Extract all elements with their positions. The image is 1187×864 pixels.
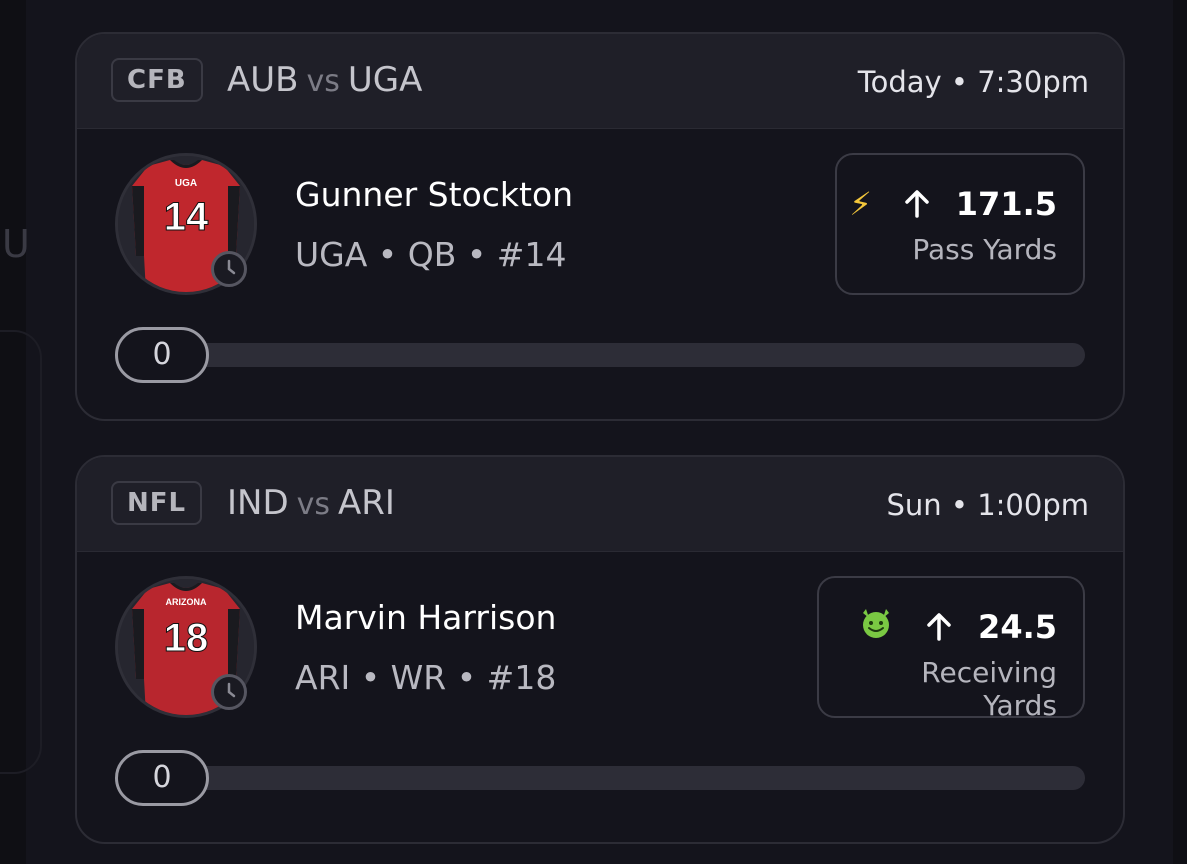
progress-track — [117, 766, 1085, 790]
prop-line-button[interactable]: ⚡ 171.5 Pass Yards — [835, 153, 1085, 295]
card-body: ARIZONA 18 Marvin Harrison ARI • WR • #1… — [77, 552, 1123, 842]
progress-value-pill: 0 — [115, 327, 209, 383]
arrow-up-icon — [902, 189, 932, 219]
arrow-up-icon — [924, 612, 954, 642]
matchup: AUB vs UGA — [227, 58, 422, 104]
jersey-number: 18 — [164, 616, 209, 660]
background-ghost-text: U — [2, 222, 30, 266]
vs-label: vs — [296, 487, 331, 522]
prop-line-button[interactable]: 24.5 Receiving Yards — [817, 576, 1085, 722]
player-meta: UGA • QB • #14 — [295, 235, 567, 274]
progress-value-pill: 0 — [115, 750, 209, 806]
jersey-number: 14 — [164, 195, 209, 239]
vs-label: vs — [306, 64, 340, 99]
clock-icon — [211, 251, 247, 287]
progress-track — [117, 343, 1085, 367]
card-body: UGA 14 Gunner Stockton UGA • QB • #14 ⚡ — [77, 129, 1123, 419]
card-header: NFL IND vs ARI Sun • 1:00pm — [77, 457, 1123, 552]
team-home: UGA — [347, 60, 423, 100]
prop-value: 171.5 — [955, 185, 1057, 223]
prop-card[interactable]: CFB AUB vs UGA Today • 7:30pm UGA 14 Gunne… — [75, 32, 1125, 421]
prop-label: Pass Yards — [912, 233, 1057, 266]
prop-value: 24.5 — [978, 608, 1057, 646]
devil-emoji-icon — [858, 605, 894, 649]
team-away: IND — [227, 483, 289, 523]
player-name: Marvin Harrison — [295, 598, 557, 637]
background-ghost-card — [0, 330, 42, 774]
game-time: Today • 7:30pm — [857, 65, 1089, 99]
league-badge: CFB — [111, 58, 203, 102]
prop-card[interactable]: NFL IND vs ARI Sun • 1:00pm ARIZONA 18 Mar… — [75, 455, 1125, 844]
team-home: ARI — [338, 483, 395, 523]
league-badge: NFL — [111, 481, 203, 525]
card-header: CFB AUB vs UGA Today • 7:30pm — [77, 34, 1123, 129]
jersey-team-text: ARIZONA — [166, 597, 207, 607]
clock-icon — [211, 674, 247, 710]
player-name: Gunner Stockton — [295, 175, 574, 214]
matchup: IND vs ARI — [227, 481, 395, 527]
prop-label: Receiving Yards — [921, 656, 1057, 722]
team-away: AUB — [227, 60, 299, 100]
jersey-team-text: UGA — [175, 178, 197, 189]
game-time: Sun • 1:00pm — [886, 488, 1090, 522]
lightning-icon: ⚡ — [849, 185, 872, 223]
player-meta: ARI • WR • #18 — [295, 658, 557, 697]
